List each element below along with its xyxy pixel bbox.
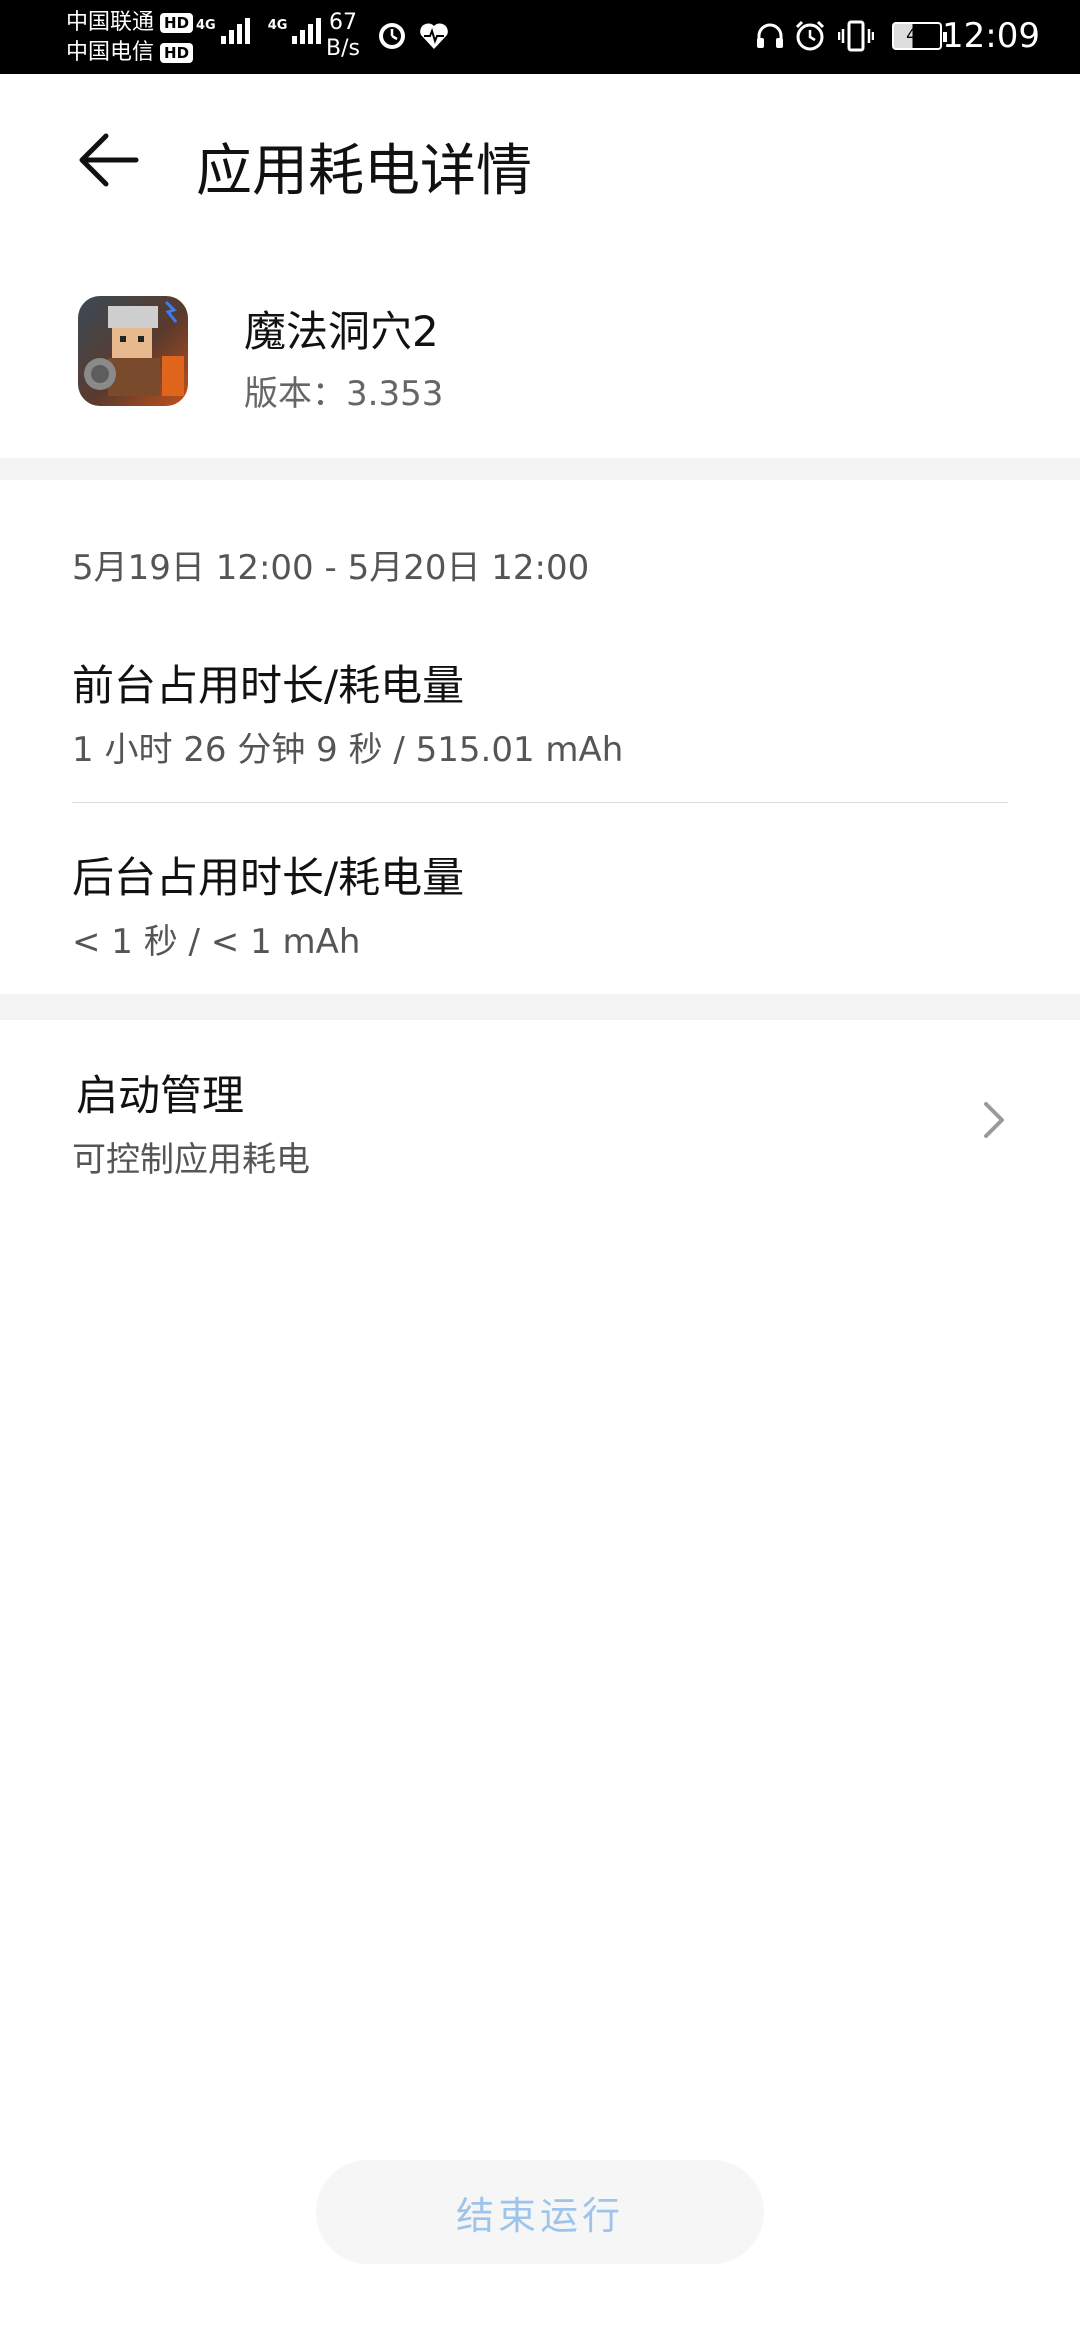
status-bar: 中国联通 HD 中国电信 HD 4G 4G 67 B/s 40 12:09 — [0, 0, 1080, 74]
back-arrow-icon[interactable] — [72, 124, 144, 196]
background-usage-value: < 1 秒 / < 1 mAh — [72, 922, 361, 962]
carrier-info: 中国联通 HD 中国电信 HD — [66, 8, 194, 68]
signal-2-icon: 4G — [268, 18, 322, 44]
network-speed: 67 B/s — [326, 10, 360, 62]
hd-badge: HD — [160, 43, 194, 63]
network-type-1: 4G — [196, 18, 216, 33]
health-heart-icon — [416, 18, 452, 54]
clock-face-icon — [374, 18, 410, 54]
app-name: 魔法洞穴2 — [244, 307, 439, 356]
app-version: 版本：3.353 — [244, 374, 444, 414]
startup-management-subtitle: 可控制应用耗电 — [72, 1140, 310, 1180]
status-time: 12:09 — [942, 16, 1040, 56]
hd-badge: HD — [160, 13, 194, 33]
section-divider — [0, 458, 1080, 480]
background-usage-title: 后台占用时长/耗电量 — [72, 853, 465, 902]
battery-indicator: 40 — [892, 22, 947, 50]
carrier-2-label: 中国电信 — [66, 40, 155, 65]
foreground-usage-value: 1 小时 26 分钟 9 秒 / 515.01 mAh — [72, 730, 624, 770]
app-bar: 应用耗电详情 — [0, 74, 1080, 248]
foreground-usage-title: 前台占用时长/耗电量 — [72, 661, 465, 710]
vibrate-icon — [838, 18, 874, 54]
app-info-header: 魔法洞穴2 版本：3.353 — [0, 248, 1080, 458]
startup-management-title: 启动管理 — [76, 1071, 245, 1120]
signal-indicators: 4G 4G — [196, 18, 322, 44]
signal-1-icon: 4G — [196, 18, 250, 44]
section-divider — [0, 994, 1080, 1020]
app-icon — [78, 296, 188, 406]
network-type-2: 4G — [267, 18, 288, 33]
chevron-right-icon — [974, 1090, 1014, 1150]
speed-value: 67 — [328, 10, 357, 35]
alarm-icon — [792, 18, 828, 54]
end-process-button[interactable]: 结束运行 — [316, 2160, 764, 2264]
carrier-1-label: 中国联通 — [66, 10, 155, 35]
page-title: 应用耗电详情 — [196, 139, 532, 204]
startup-management-item[interactable]: 启动管理 可控制应用耗电 — [0, 1020, 1080, 1220]
speed-unit: B/s — [326, 36, 360, 61]
headphones-icon — [752, 18, 788, 54]
row-separator — [72, 802, 1008, 803]
date-range: 5月19日 12:00 - 5月20日 12:00 — [72, 548, 590, 588]
